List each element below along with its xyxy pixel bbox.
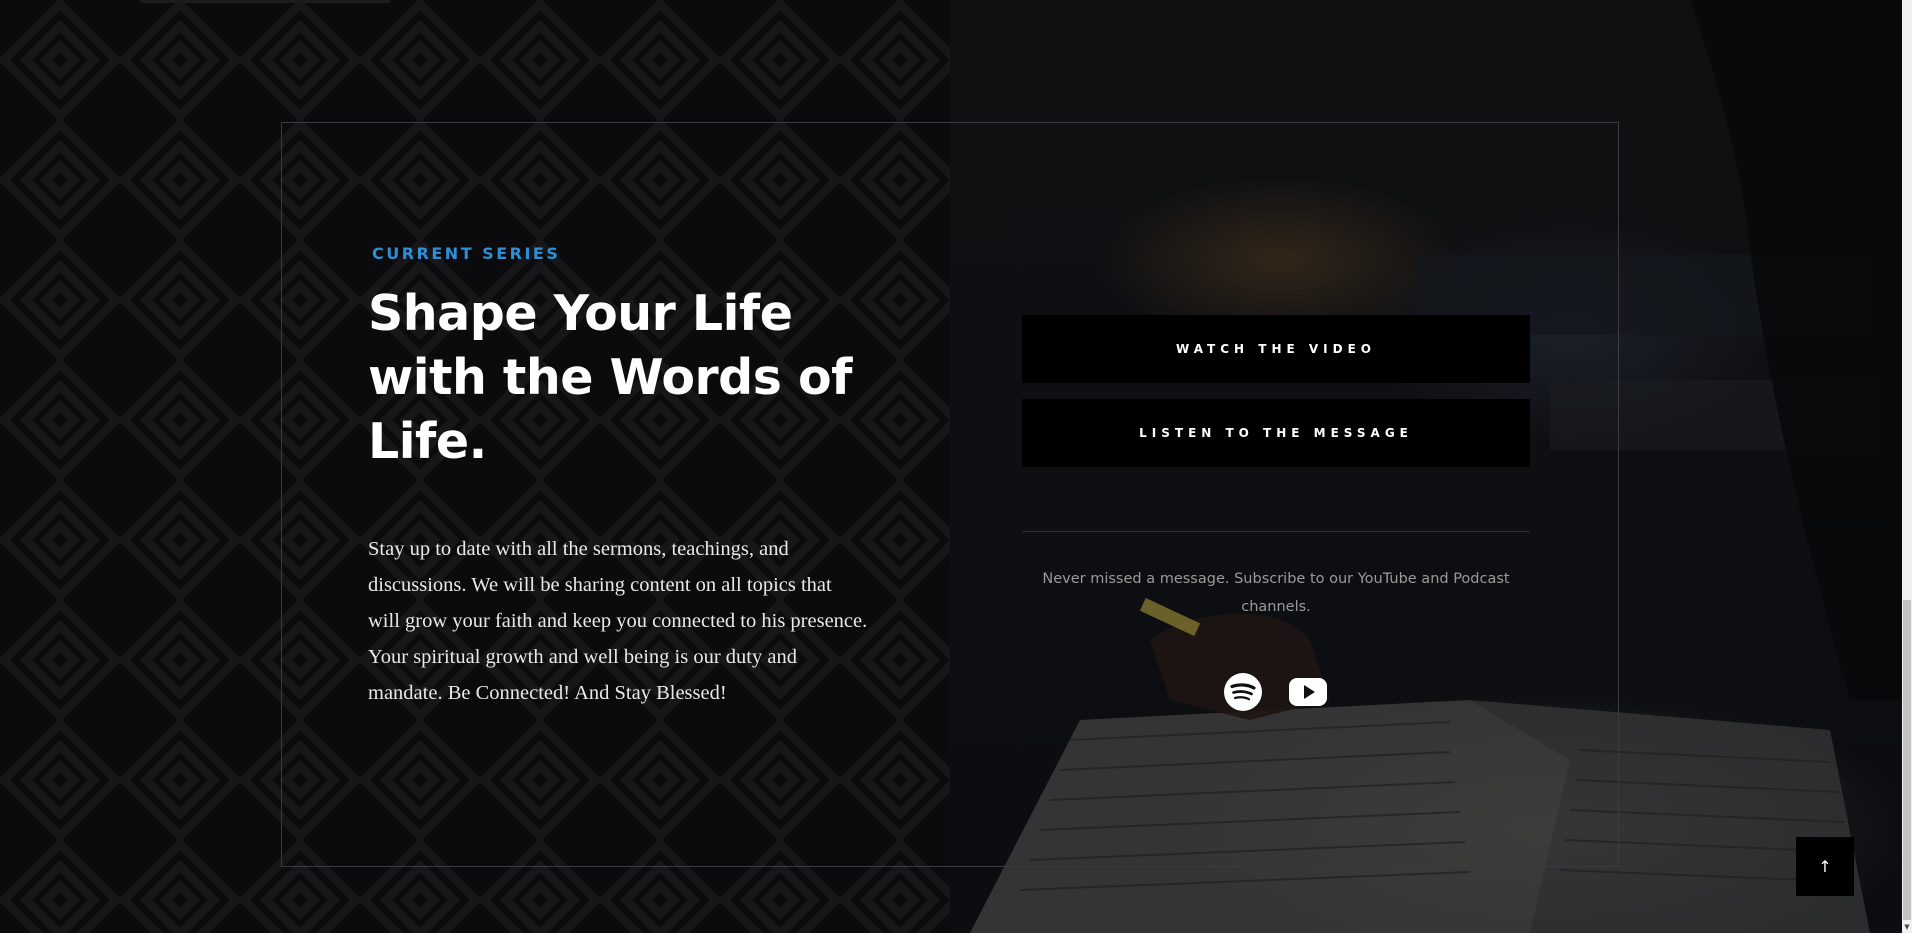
spotify-icon[interactable] (1223, 672, 1263, 712)
subscribe-text: Never missed a message. Subscribe to our… (1042, 571, 1510, 615)
listen-message-button[interactable]: LISTEN TO THE MESSAGE (1022, 399, 1530, 467)
scrollbar-thumb[interactable] (1903, 600, 1911, 920)
section-title: Shape Your Life with the Words of Life. (368, 285, 852, 470)
page: CURRENT SERIES Shape Your Life with the … (0, 0, 1912, 933)
section-description: Stay up to date with all the sermons, te… (368, 538, 868, 704)
arrow-up-icon: ↑ (1818, 857, 1832, 876)
scroll-down-arrow-icon[interactable]: ▼ (1902, 922, 1912, 933)
scroll-to-top-button[interactable]: ↑ (1796, 837, 1854, 896)
divider (1022, 531, 1530, 532)
watch-video-button[interactable]: WATCH THE VIDEO (1022, 315, 1530, 383)
youtube-icon[interactable] (1288, 672, 1328, 712)
content-frame (281, 122, 1619, 867)
section-eyebrow: CURRENT SERIES (372, 244, 561, 263)
top-divider (140, 0, 390, 3)
scrollbar[interactable]: ▼ (1902, 0, 1912, 933)
